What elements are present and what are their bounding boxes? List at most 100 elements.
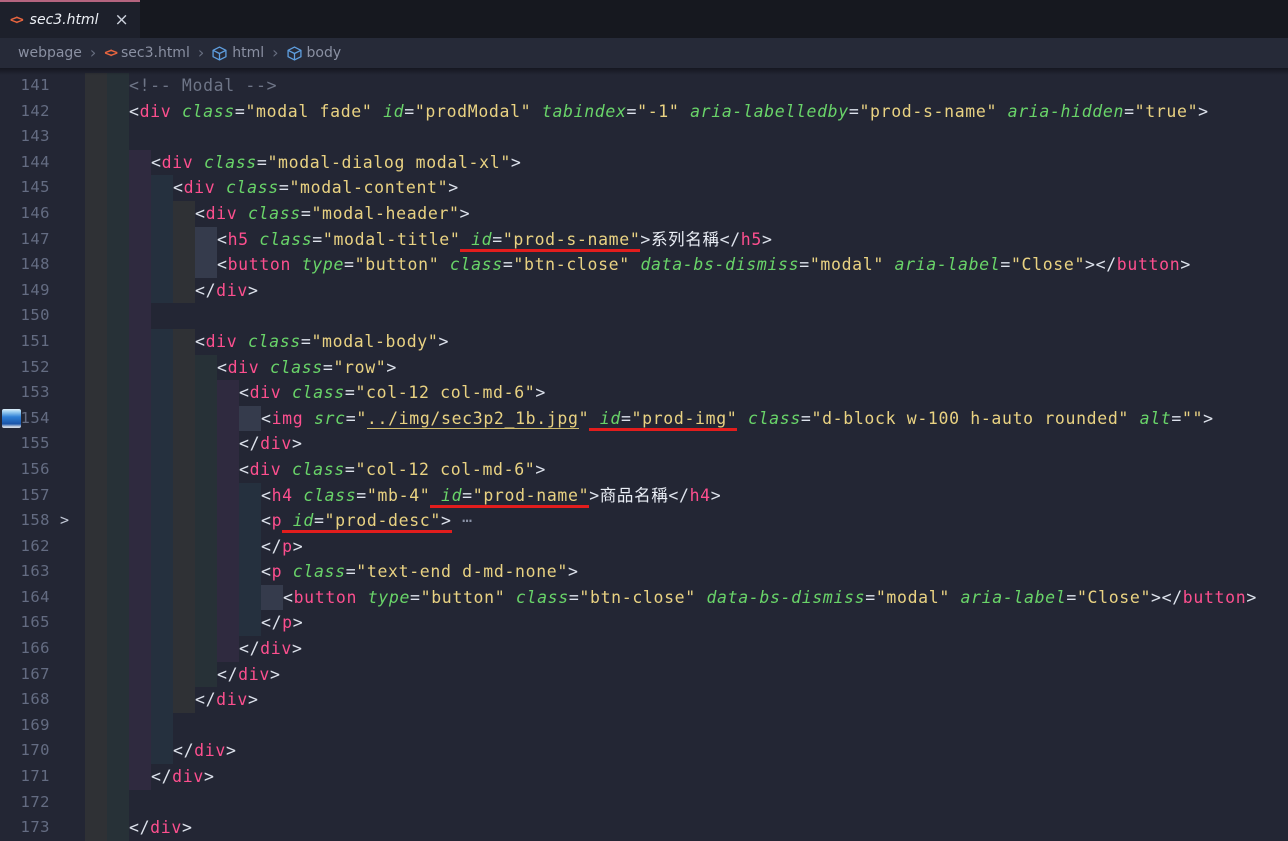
indent-band xyxy=(173,329,195,355)
code-line[interactable]: 151<div class="modal-body"> xyxy=(0,329,1288,355)
code-line[interactable]: 152<div class="row"> xyxy=(0,355,1288,381)
code-token: < xyxy=(195,332,206,351)
file-link[interactable]: ../img/sec3p2_1b.jpg xyxy=(367,409,579,429)
code-line[interactable]: 153<div class="col-12 col-md-6"> xyxy=(0,380,1288,406)
code-line[interactable]: 172 xyxy=(0,790,1288,816)
gutter: 145 xyxy=(0,175,85,201)
code-line[interactable]: 155</div> xyxy=(0,431,1288,457)
indent-band xyxy=(173,201,195,227)
line-number: 145 xyxy=(0,175,50,201)
code-line[interactable]: 169 xyxy=(0,713,1288,739)
code-line[interactable]: 156<div class="col-12 col-md-6"> xyxy=(0,457,1288,483)
code-token: = xyxy=(865,588,876,607)
code-token: > xyxy=(1246,588,1257,607)
code-line[interactable]: 162</p> xyxy=(0,534,1288,560)
line-number: 165 xyxy=(0,610,50,636)
code-line[interactable]: 164<button type="button" class="btn-clos… xyxy=(0,585,1288,611)
indent-rainbow-bands xyxy=(85,559,261,585)
line-number: 147 xyxy=(0,227,50,253)
code-text: <button type="button" class="btn-close" … xyxy=(283,585,1257,611)
indent-band xyxy=(129,764,151,790)
code-line[interactable]: 150 xyxy=(0,303,1288,329)
code-line[interactable]: 149</div> xyxy=(0,278,1288,304)
line-number: 156 xyxy=(0,457,50,483)
indent-band xyxy=(195,227,217,253)
indent-band xyxy=(85,252,107,278)
breadcrumb-item-file[interactable]: <> sec3.html xyxy=(104,45,190,61)
code-line[interactable]: 145 <div class="modal-content"> xyxy=(0,175,1288,201)
indent-band xyxy=(173,636,195,662)
indent-band xyxy=(173,662,195,688)
fold-expand-icon[interactable]: > xyxy=(60,508,69,534)
code-line[interactable]: 171</div> xyxy=(0,764,1288,790)
code-line[interactable]: 173</div> xyxy=(0,815,1288,841)
code-token: "prodModal" xyxy=(415,102,531,121)
indent-band xyxy=(107,662,129,688)
code-token: > xyxy=(1180,255,1191,274)
indent-band xyxy=(107,201,129,227)
code-token: class xyxy=(292,460,345,479)
code-line[interactable]: 157<h4 class="mb-4" id="prod-name">商品名稱<… xyxy=(0,483,1288,509)
gutter: 157 xyxy=(0,483,85,509)
indent-rainbow-bands xyxy=(85,764,151,790)
code-line[interactable]: 165</p> xyxy=(0,610,1288,636)
code-token: h4 xyxy=(272,486,293,505)
code-line[interactable]: 143 xyxy=(0,124,1288,150)
code-line[interactable]: 147<h5 class="modal-title" id="prod-s-na… xyxy=(0,227,1288,253)
editor[interactable]: 141<!-- Modal -->142<div class="modal fa… xyxy=(0,68,1288,840)
code-token: div xyxy=(194,741,226,760)
code-token: < xyxy=(129,102,140,121)
code-token: id xyxy=(441,486,462,508)
code-token: type xyxy=(368,588,410,607)
code-token: > xyxy=(711,486,722,505)
code-token: > xyxy=(762,230,773,249)
breadcrumb-item-html[interactable]: html xyxy=(212,45,264,61)
code-token: aria-hidden xyxy=(1008,102,1124,121)
breadcrumb-item-body[interactable]: body xyxy=(287,45,342,61)
indent-band xyxy=(151,687,173,713)
gutter: 144 xyxy=(0,150,85,176)
code-text: <div class="modal-content"> xyxy=(173,175,459,201)
indent-band xyxy=(85,687,107,713)
close-icon[interactable]: × xyxy=(115,12,129,29)
line-number: 158 xyxy=(0,508,50,534)
code-line[interactable]: 146<div class="modal-header"> xyxy=(0,201,1288,227)
gutter: 173 xyxy=(0,815,85,841)
code-line[interactable]: 167</div> xyxy=(0,662,1288,688)
code-line[interactable]: 148<button type="button" class="btn-clos… xyxy=(0,252,1288,278)
code-token: </ xyxy=(261,613,282,632)
code-token: = xyxy=(1000,255,1011,274)
code-line[interactable]: 142<div class="modal fade" id="prodModal… xyxy=(0,99,1288,125)
code-line[interactable]: 166</div> xyxy=(0,636,1288,662)
line-number: 171 xyxy=(0,764,50,790)
breadcrumb-item-webpage[interactable]: webpage xyxy=(18,45,82,61)
code-line[interactable]: 163<p class="text-end d-md-none"> xyxy=(0,559,1288,585)
indent-band xyxy=(173,585,195,611)
tab-sec3-html[interactable]: <> sec3.html × xyxy=(0,0,140,38)
indent-band xyxy=(217,508,239,534)
code-token: div xyxy=(206,332,238,351)
indent-band xyxy=(151,431,173,457)
code-token: h5 xyxy=(228,230,249,249)
code-token xyxy=(531,102,542,121)
code-token: ></ xyxy=(1085,255,1117,274)
line-number: 150 xyxy=(0,303,50,329)
line-number: 155 xyxy=(0,431,50,457)
indent-band xyxy=(85,355,107,381)
code-line[interactable]: 154<img src="../img/sec3p2_1b.jpg" id="p… xyxy=(0,406,1288,432)
code-token: src xyxy=(314,409,346,428)
code-line[interactable]: 144<div class="modal-dialog modal-xl"> xyxy=(0,150,1288,176)
code-token: < xyxy=(283,588,294,607)
code-line[interactable]: 170</div> xyxy=(0,738,1288,764)
code-token: < xyxy=(151,153,162,172)
code-line[interactable]: 168</div> xyxy=(0,687,1288,713)
line-number: 143 xyxy=(0,124,50,150)
gutter: 165 xyxy=(0,610,85,636)
indent-band xyxy=(195,585,217,611)
line-number: 144 xyxy=(0,150,50,176)
indent-band xyxy=(107,559,129,585)
code-token xyxy=(215,178,226,197)
code-line[interactable]: 158><p id="prod-desc"> ⋯ xyxy=(0,508,1288,534)
code-token: class xyxy=(248,332,301,351)
code-line[interactable]: 141<!-- Modal --> xyxy=(0,73,1288,99)
